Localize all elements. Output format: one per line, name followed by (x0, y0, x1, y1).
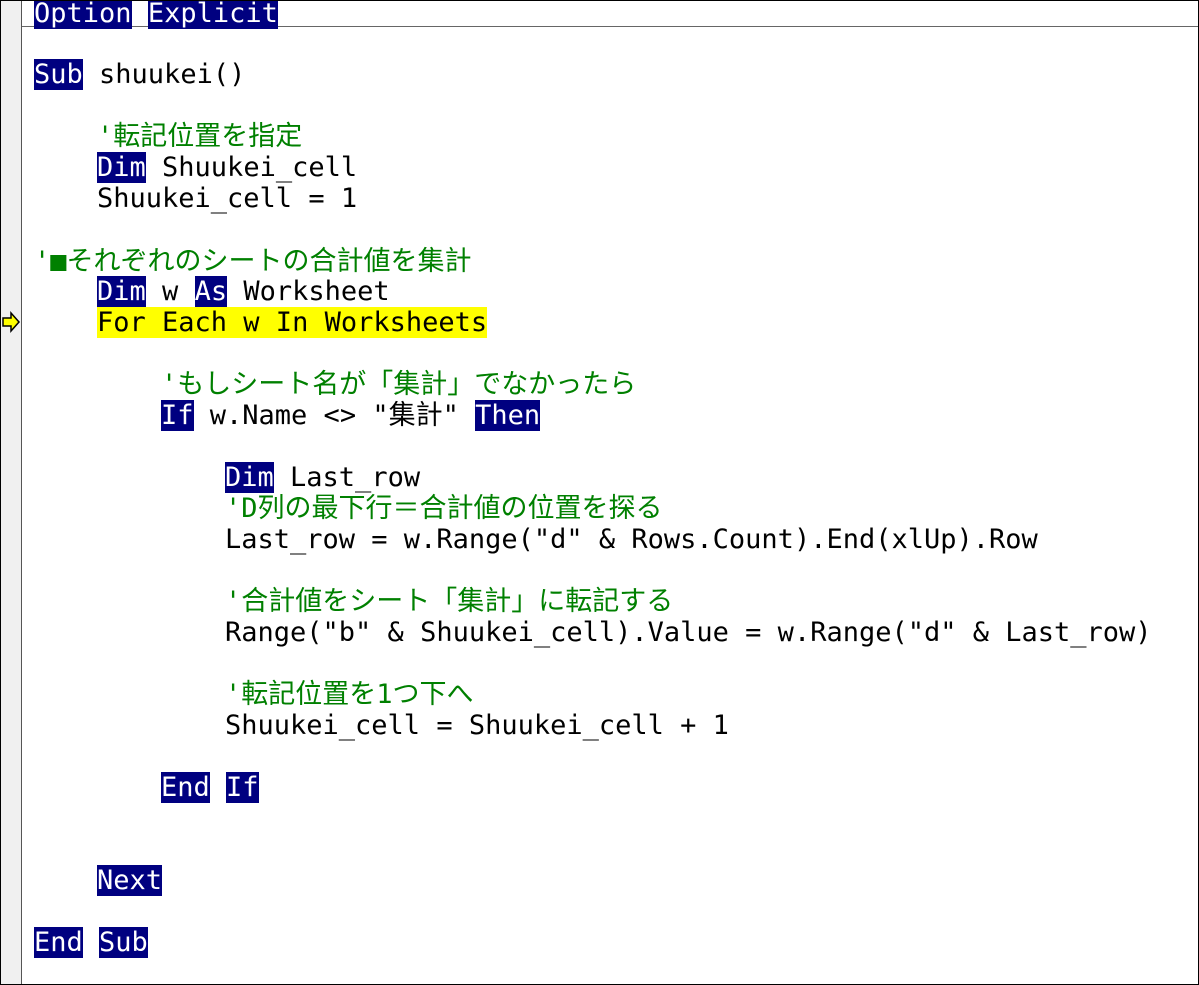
keyword: Dim (97, 152, 146, 183)
code-text: w (145, 276, 195, 307)
margin-indicator-bar[interactable] (1, 1, 22, 984)
execution-arrow-icon (2, 311, 21, 333)
keyword: Next (97, 865, 163, 896)
comment-text: '転記位置を指定 (97, 121, 303, 152)
keyword: Explicit (147, 0, 278, 29)
code-line-current-statement[interactable]: For Each w In Worksheets (34, 307, 488, 338)
keyword: End (34, 927, 83, 958)
code-line-assign[interactable]: Range("b" & Shuukei_cell).Value = w.Rang… (34, 617, 1152, 648)
keyword: Sub (99, 927, 148, 958)
code-line-assign[interactable]: Shuukei_cell = 1 (34, 183, 357, 214)
code-line-comment[interactable]: '合計値をシート「集計」に転記する (34, 586, 673, 617)
keyword: Option (34, 0, 132, 29)
code-text: Shuukei_cell (145, 152, 358, 183)
keyword: End (161, 772, 210, 803)
code-line-end-sub[interactable]: End Sub (34, 927, 148, 958)
code-text: Range("b" & Shuukei_cell).Value = w.Rang… (225, 617, 1152, 648)
code-line-comment[interactable]: 'もしシート名が「集計」でなかったら (34, 369, 636, 400)
code-line-dim[interactable]: Dim w As Worksheet (34, 276, 390, 307)
code-line-sub[interactable]: Sub shuukei() (34, 59, 245, 90)
keyword: Sub (34, 59, 83, 90)
code-line-comment[interactable]: '転記位置を1つ下へ (34, 679, 474, 710)
keyword: If (226, 772, 259, 803)
current-statement-highlight: For Each w In Worksheets (97, 307, 488, 338)
code-text: w.Name <> "集計" (193, 400, 476, 431)
code-text: shuukei() (82, 59, 246, 90)
keyword: As (194, 276, 228, 307)
comment-text: '■それぞれのシートの合計値を集計 (34, 246, 472, 277)
keyword: If (161, 400, 194, 431)
code-text: Last_row (273, 462, 421, 493)
code-text: Shuukei_cell = Shuukei_cell + 1 (225, 710, 729, 741)
code-line-next[interactable]: Next (34, 865, 163, 896)
comment-text: '転記位置を1つ下へ (225, 679, 474, 710)
comment-text: 'もしシート名が「集計」でなかったら (161, 369, 637, 400)
code-text: Shuukei_cell = 1 (97, 183, 358, 214)
code-editor[interactable]: Option Explicit Sub shuukei() '転記位置を指定 D… (0, 0, 1199, 985)
code-line-option-explicit[interactable]: Option Explicit (34, 0, 278, 29)
code-line-comment[interactable]: '転記位置を指定 (34, 121, 302, 152)
code-line-assign[interactable]: Shuukei_cell = Shuukei_cell + 1 (34, 710, 729, 741)
code-line-comment[interactable]: 'D列の最下行＝合計値の位置を探る (34, 493, 663, 524)
code-text: Worksheet (227, 276, 390, 307)
comment-text: '合計値をシート「集計」に転記する (225, 586, 674, 617)
code-line-dim[interactable]: Dim Last_row (34, 462, 420, 493)
keyword: Dim (97, 276, 146, 307)
code-line-end-if[interactable]: End If (34, 772, 259, 803)
code-text: Last_row = w.Range("d" & Rows.Count).End… (225, 524, 1038, 555)
comment-text: 'D列の最下行＝合計値の位置を探る (225, 493, 663, 524)
keyword: Dim (225, 462, 274, 493)
code-line-dim[interactable]: Dim Shuukei_cell (34, 152, 357, 183)
code-line-assign[interactable]: Last_row = w.Range("d" & Rows.Count).End… (34, 524, 1038, 555)
code-line-comment[interactable]: '■それぞれのシートの合計値を集計 (34, 246, 472, 277)
keyword: Then (475, 400, 541, 431)
code-line-if[interactable]: If w.Name <> "集計" Then (34, 400, 541, 431)
